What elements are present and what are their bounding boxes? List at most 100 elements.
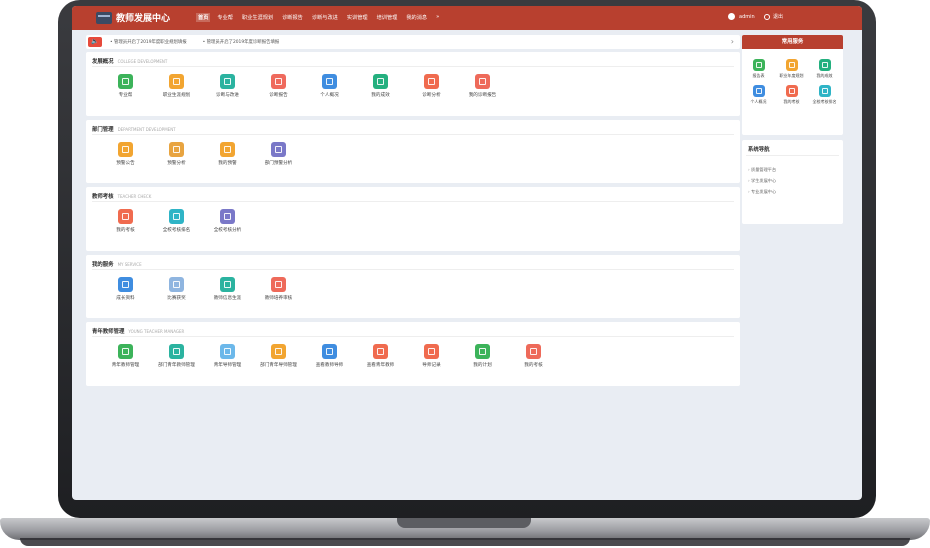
section-items: 预警公告 预警分析 我的预警 部门预警分析 (100, 142, 304, 166)
service-shortcut[interactable]: 全校考核排名 (808, 85, 841, 105)
app-shortcut[interactable]: 我的成效 (355, 74, 406, 98)
section-card: 我的服务 MY SERVICE 成长资料 比赛获奖 教师信息生涯 教师培养审核 (86, 255, 740, 318)
app-label: 全校考核排名 (162, 228, 191, 233)
service-label: 个人概况 (750, 99, 767, 104)
app-shortcut[interactable]: 查看教师导师 (304, 344, 355, 368)
logout-label: 退出 (773, 14, 784, 20)
service-shortcut[interactable]: 我的考核 (775, 85, 808, 105)
speaker-icon: 🔈 (88, 37, 102, 47)
app-icon (118, 344, 133, 359)
app-label: 专业帮 (118, 93, 133, 98)
service-shortcut[interactable]: 我的成效 (808, 59, 841, 79)
nav-item[interactable]: 实训管理 (345, 13, 370, 22)
laptop-notch (397, 518, 531, 528)
section-card: 发展概况 COLLEGE DEVELOPMENT 专业帮 职业生涯规划 诊断与改进 诊断报… (86, 52, 740, 116)
section-card: 青年教师管理 YOUNG TEACHER MANAGER 青年教师管理 部门青年教师管… (86, 322, 740, 386)
nav-item[interactable]: 诊断与改进 (310, 13, 340, 22)
section-title-text: 青年教师管理 (92, 329, 125, 335)
app-shortcut[interactable]: 青年导师管理 (202, 344, 253, 368)
app-shortcut[interactable]: 教师信息生涯 (202, 277, 253, 301)
app-icon (475, 74, 490, 89)
app-shortcut[interactable]: 部门青年导师管理 (253, 344, 304, 368)
section-subtitle: TEACHER CHECK (117, 194, 152, 199)
service-icon (785, 59, 798, 71)
app-shortcut[interactable]: 个人概况 (304, 74, 355, 98)
section-title-text: 发展概况 (92, 59, 114, 65)
nav-item[interactable]: 首页 (196, 13, 211, 22)
app-icon (118, 277, 133, 292)
user-icon (728, 13, 735, 20)
app-icon (271, 344, 286, 359)
app-label: 我的预警 (218, 161, 237, 166)
app-shortcut[interactable]: 我的计划 (457, 344, 508, 368)
app-shortcut[interactable]: 青年教师管理 (100, 344, 151, 368)
service-label: 我的考核 (783, 99, 800, 104)
system-nav-panel: 系统导航 质量管理平台学生发展中心专业发展中心 (742, 140, 843, 224)
app-shortcut[interactable]: 我的考核 (100, 209, 151, 233)
app-icon (322, 74, 337, 89)
system-nav-link[interactable]: 专业发展中心 (748, 186, 776, 197)
divider (92, 336, 734, 337)
app-screen: 教师发展中心 首页 专业帮 职业生涯规划 诊断报告 诊断与改进 实训管理 培训管理 我的消息»… (72, 6, 862, 500)
app-shortcut[interactable]: 职业生涯规划 (151, 74, 202, 98)
nav-item[interactable]: 我的消息 (404, 13, 429, 22)
chevron-right-icon[interactable]: › (731, 37, 734, 46)
app-shortcut[interactable]: 预警分析 (151, 142, 202, 166)
app-label: 部门预警分析 (264, 161, 293, 166)
service-shortcut[interactable]: 个人概况 (742, 85, 775, 105)
app-shortcut[interactable]: 全校考核排名 (151, 209, 202, 233)
user-menu[interactable]: admin (728, 13, 755, 20)
app-shortcut[interactable]: 我的预警 (202, 142, 253, 166)
app-shortcut[interactable]: 部门预警分析 (253, 142, 304, 166)
logout-button[interactable]: 退出 (764, 13, 783, 20)
app-logo[interactable]: 教师发展中心 (96, 11, 170, 24)
app-icon (475, 344, 490, 359)
app-shortcut[interactable]: 教师培养审核 (253, 277, 304, 301)
service-label: 职业年度规划 (779, 73, 804, 78)
app-shortcut[interactable]: 预警公告 (100, 142, 151, 166)
app-shortcut[interactable]: 诊断报告 (253, 74, 304, 98)
app-icon (322, 344, 337, 359)
app-shortcut[interactable]: 诊断分析 (406, 74, 457, 98)
service-shortcut[interactable]: 职业年度规划 (775, 59, 808, 79)
divider (92, 134, 734, 135)
section-title: 青年教师管理 YOUNG TEACHER MANAGER (92, 327, 184, 335)
system-nav-link[interactable]: 质量管理平台 (748, 164, 776, 175)
app-shortcut[interactable]: 诊断与改进 (202, 74, 253, 98)
notice-item[interactable]: • 管理员开启了2019年度诊断报告填报 (203, 39, 280, 45)
section-subtitle: DEPARTMENT DEVELOPMENT (117, 127, 176, 132)
app-shortcut[interactable]: 我的诊断报告 (457, 74, 508, 98)
notice-item[interactable]: • 管理员开启了2019年度职业规划填报 (110, 39, 187, 45)
section-subtitle: COLLEGE DEVELOPMENT (117, 59, 168, 64)
app-icon (271, 277, 286, 292)
nav-item[interactable]: » (434, 13, 441, 22)
nav-item[interactable]: 诊断报告 (280, 13, 305, 22)
app-shortcut[interactable]: 查看青年教师 (355, 344, 406, 368)
system-nav-link[interactable]: 学生发展中心 (748, 175, 776, 186)
app-shortcut[interactable]: 比赛获奖 (151, 277, 202, 301)
section-items: 专业帮 职业生涯规划 诊断与改进 诊断报告 个人概况 我的成效 诊断分析 我的诊断报告 (100, 74, 508, 98)
service-icon (818, 85, 831, 97)
section-items: 青年教师管理 部门青年教师管理 青年导师管理 部门青年导师管理 查看教师导师 查看青年教师… (100, 344, 559, 368)
app-icon (373, 344, 388, 359)
app-label: 诊断与改进 (216, 93, 239, 98)
notice-list: • 管理员开启了2019年度职业规划填报 • 管理员开启了2019年度诊断报告填报 (110, 39, 279, 45)
app-icon (373, 74, 388, 89)
service-label: 全校考核排名 (812, 99, 837, 104)
app-shortcut[interactable]: 全校考核分析 (202, 209, 253, 233)
nav-item[interactable]: 培训管理 (375, 13, 400, 22)
service-icon (752, 59, 765, 71)
nav-item[interactable]: 专业帮 (215, 13, 235, 22)
app-shortcut[interactable]: 成长资料 (100, 277, 151, 301)
app-shortcut[interactable]: 导师记录 (406, 344, 457, 368)
app-shortcut[interactable]: 部门青年教师管理 (151, 344, 202, 368)
app-label: 部门青年导师管理 (260, 363, 297, 368)
nav-item[interactable]: 职业生涯规划 (240, 13, 275, 22)
app-shortcut[interactable]: 专业帮 (100, 74, 151, 98)
service-label: 报告表 (752, 73, 765, 78)
divider (92, 201, 734, 202)
service-shortcut[interactable]: 报告表 (742, 59, 775, 79)
app-icon (169, 344, 184, 359)
service-icon (752, 85, 765, 97)
app-shortcut[interactable]: 我的考核 (508, 344, 559, 368)
